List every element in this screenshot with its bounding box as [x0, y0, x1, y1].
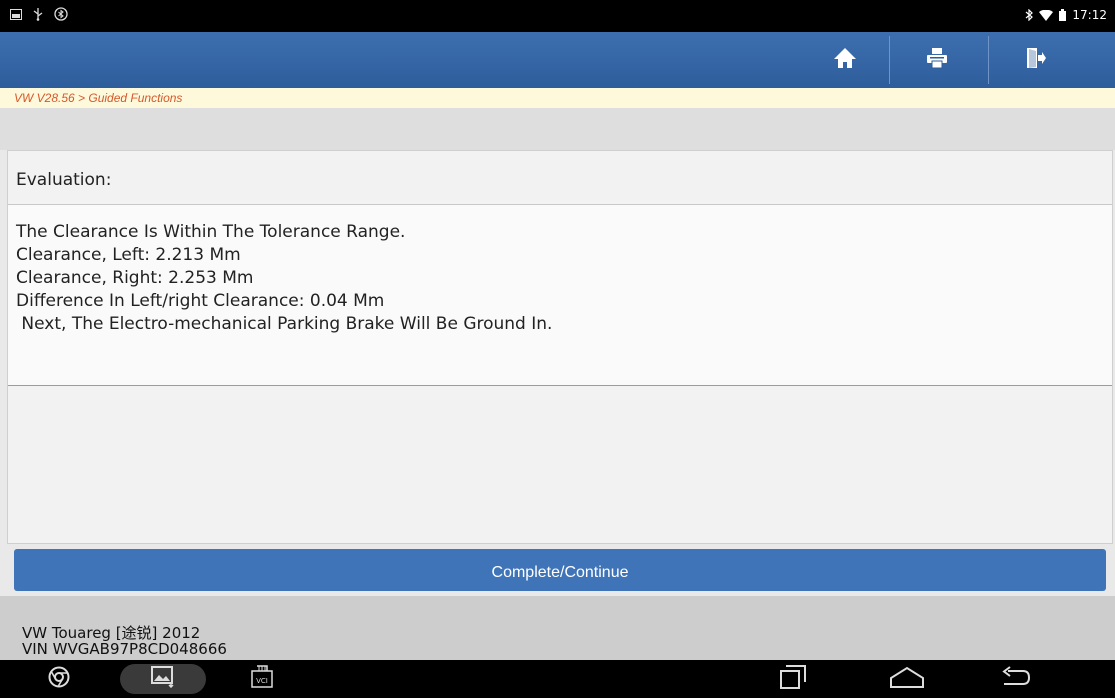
recent-apps-button[interactable]: [778, 660, 808, 698]
chrome-button[interactable]: [44, 660, 74, 698]
bluetooth-icon: [54, 7, 68, 21]
gallery-icon: [151, 665, 175, 693]
exit-icon: [1025, 47, 1047, 74]
evaluation-line: The Clearance Is Within The Tolerance Ra…: [16, 222, 406, 242]
evaluation-line: Difference In Left/right Clearance: 0.04…: [16, 291, 385, 311]
vci-button[interactable]: VCI: [247, 660, 277, 698]
notification-icon: [10, 8, 22, 20]
complete-continue-button[interactable]: Complete/Continue: [14, 549, 1106, 591]
vehicle-vin: VIN WVGAB97P8CD048666: [22, 640, 227, 658]
top-toolbar: [0, 32, 1115, 88]
gallery-button[interactable]: [148, 660, 178, 698]
svg-text:VCI: VCI: [256, 677, 268, 685]
evaluation-header: Evaluation:: [8, 151, 1112, 205]
toolbar-divider: [988, 36, 989, 84]
recent-apps-icon: [780, 664, 806, 694]
evaluation-line: Next, The Electro-mechanical Parking Bra…: [16, 314, 553, 334]
home-nav-button[interactable]: [887, 660, 927, 698]
battery-icon: [1059, 9, 1067, 21]
status-bar: 17:12: [0, 0, 1115, 32]
home-button[interactable]: [803, 32, 887, 88]
exit-button[interactable]: [994, 32, 1078, 88]
back-button[interactable]: [998, 660, 1034, 698]
status-time: 17:12: [1072, 8, 1107, 22]
print-button[interactable]: [895, 32, 979, 88]
breadcrumb: VW V28.56 > Guided Functions: [0, 88, 1115, 108]
vehicle-info-footer: VW Touareg [途锐] 2012 VIN WVGAB97P8CD0486…: [0, 596, 1115, 660]
home-icon: [833, 47, 857, 74]
vci-icon: VCI: [250, 664, 274, 694]
usb-icon: [32, 7, 44, 21]
toolbar-divider: [889, 36, 890, 84]
evaluation-line: Clearance, Left: 2.213 Mm: [16, 245, 241, 265]
back-icon: [1001, 665, 1031, 693]
spacer-band: [0, 108, 1115, 150]
evaluation-line: Clearance, Right: 2.253 Mm: [16, 268, 254, 288]
evaluation-panel: Evaluation: The Clearance Is Within The …: [7, 150, 1113, 544]
wifi-icon: [1039, 9, 1054, 21]
evaluation-text: The Clearance Is Within The Tolerance Ra…: [8, 205, 1112, 386]
print-icon: [926, 47, 948, 74]
home-nav-icon: [889, 666, 925, 693]
chrome-icon: [48, 666, 70, 693]
system-nav-bar: VCI: [0, 660, 1115, 698]
bluetooth-icon: [1025, 9, 1034, 21]
